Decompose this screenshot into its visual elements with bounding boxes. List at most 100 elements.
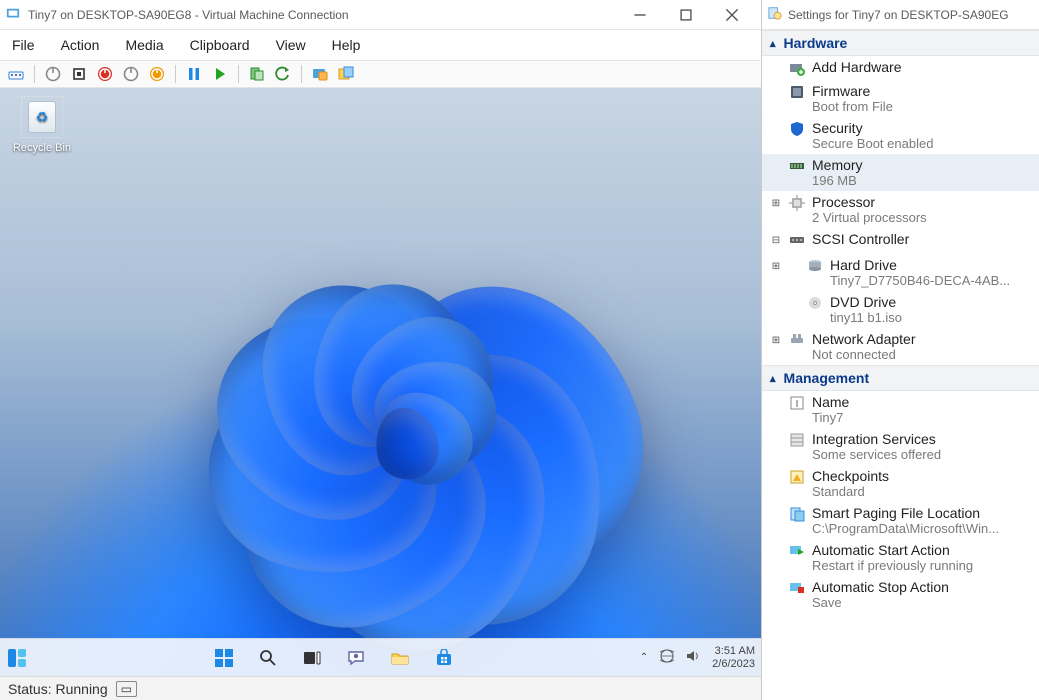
chevron-up-icon: ▴ <box>770 37 776 50</box>
toolbar-separator <box>301 65 302 83</box>
menu-action[interactable]: Action <box>57 35 104 55</box>
tray-network-icon[interactable] <box>660 649 674 666</box>
item-sub: Some services offered <box>812 447 1035 462</box>
item-hard-drive[interactable]: ⊞ Hard DriveTiny7_D7750B46-DECA-4AB... <box>762 254 1039 291</box>
settings-tree: ▴ Hardware Add Hardware FirmwareBoot fro… <box>762 30 1039 700</box>
item-dvd-drive[interactable]: DVD Drivetiny11 b1.iso <box>762 291 1039 328</box>
settings-titlebar[interactable]: Settings for Tiny7 on DESKTOP-SA90EG <box>762 0 1039 30</box>
item-label: Firmware <box>812 83 1035 99</box>
item-name[interactable]: I NameTiny7 <box>762 391 1039 428</box>
item-sub: tiny11 b1.iso <box>830 310 1035 325</box>
checkpoint-icon[interactable] <box>247 64 267 84</box>
item-smart-paging[interactable]: Smart Paging File LocationC:\ProgramData… <box>762 502 1039 539</box>
vm-titlebar[interactable]: Tiny7 on DESKTOP-SA90EG8 - Virtual Machi… <box>0 0 761 30</box>
tray-clock[interactable]: 3:51 AM 2/6/2023 <box>712 645 755 669</box>
vm-statusbar: Status: Running ▭ <box>0 676 761 700</box>
item-sub: Boot from File <box>812 99 1035 114</box>
item-memory[interactable]: Memory196 MB <box>762 154 1039 191</box>
item-label: Processor <box>812 194 1035 210</box>
item-integration-services[interactable]: Integration ServicesSome services offere… <box>762 428 1039 465</box>
vm-app-icon <box>6 7 22 23</box>
name-icon: I <box>788 394 806 412</box>
tray-volume-icon[interactable] <box>686 649 700 666</box>
chat-icon[interactable] <box>345 647 367 669</box>
play-icon[interactable] <box>210 64 230 84</box>
search-icon[interactable] <box>257 647 279 669</box>
vm-status-text: Status: Running <box>8 681 108 697</box>
taskview-icon[interactable] <box>301 647 323 669</box>
item-processor[interactable]: ⊞ Processor2 Virtual processors <box>762 191 1039 228</box>
item-sub: Save <box>812 595 1035 610</box>
expand-icon[interactable]: ⊞ <box>770 257 782 277</box>
toolbar-separator <box>238 65 239 83</box>
section-hardware[interactable]: ▴ Hardware <box>762 30 1039 56</box>
file-explorer-icon[interactable] <box>389 647 411 669</box>
checkpoints-icon <box>788 468 806 486</box>
expand-icon[interactable]: ⊞ <box>770 331 782 351</box>
integration-icon <box>788 431 806 449</box>
turnoff-icon[interactable] <box>69 64 89 84</box>
menu-clipboard[interactable]: Clipboard <box>186 35 254 55</box>
ctrl-alt-del-icon[interactable] <box>6 64 26 84</box>
clock-time: 3:51 AM <box>715 645 755 657</box>
item-network-adapter[interactable]: ⊞ Network AdapterNot connected <box>762 328 1039 365</box>
item-label: Smart Paging File Location <box>812 505 1035 521</box>
processor-icon <box>788 194 806 212</box>
tray-chevron-icon[interactable]: ⌃ <box>640 652 648 663</box>
settings-window-title: Settings for Tiny7 on DESKTOP-SA90EG <box>788 8 1009 22</box>
section-hardware-label: Hardware <box>784 35 848 51</box>
item-firmware[interactable]: FirmwareBoot from File <box>762 80 1039 117</box>
item-label: Name <box>812 394 1035 410</box>
item-label: DVD Drive <box>830 294 1035 310</box>
shutdown-icon[interactable] <box>95 64 115 84</box>
widgets-icon[interactable] <box>6 647 28 669</box>
minimize-button[interactable] <box>617 0 663 30</box>
recycle-bin-icon[interactable]: Recycle Bin <box>10 96 74 154</box>
item-scsi-controller[interactable]: ⊟ SCSI Controller <box>762 228 1039 254</box>
start-menu-icon[interactable] <box>213 647 235 669</box>
hard-drive-icon <box>806 257 824 275</box>
item-add-hardware[interactable]: Add Hardware <box>762 56 1039 80</box>
vm-toolbar <box>0 60 761 88</box>
start-icon[interactable] <box>43 64 63 84</box>
clock-date: 2/6/2023 <box>712 658 755 670</box>
reset-icon[interactable] <box>147 64 167 84</box>
item-checkpoints[interactable]: CheckpointsStandard <box>762 465 1039 502</box>
item-sub: C:\ProgramData\Microsoft\Win... <box>812 521 1035 536</box>
menu-help[interactable]: Help <box>328 35 365 55</box>
maximize-button[interactable] <box>663 0 709 30</box>
item-auto-stop[interactable]: Automatic Stop ActionSave <box>762 576 1039 613</box>
store-icon[interactable] <box>433 647 455 669</box>
enhanced-session-icon[interactable] <box>310 64 330 84</box>
close-button[interactable] <box>709 0 755 30</box>
guest-taskbar[interactable]: ⌃ 3:51 AM 2/6/2023 <box>0 638 761 676</box>
revert-icon[interactable] <box>273 64 293 84</box>
menu-media[interactable]: Media <box>121 35 167 55</box>
share-icon[interactable] <box>336 64 356 84</box>
vm-guest-display[interactable]: Recycle Bin ⌃ 3:51 AM 2/6/2023 <box>0 88 761 676</box>
section-management-label: Management <box>784 370 870 386</box>
save-icon[interactable] <box>121 64 141 84</box>
item-label: Network Adapter <box>812 331 1035 347</box>
vm-connection-window: Tiny7 on DESKTOP-SA90EG8 - Virtual Machi… <box>0 0 762 700</box>
recycle-bin-label: Recycle Bin <box>10 142 74 154</box>
shield-icon <box>788 120 806 138</box>
chevron-up-icon: ▴ <box>770 372 776 385</box>
section-management[interactable]: ▴ Management <box>762 365 1039 391</box>
item-label: Checkpoints <box>812 468 1035 484</box>
menu-view[interactable]: View <box>272 35 310 55</box>
item-security[interactable]: SecuritySecure Boot enabled <box>762 117 1039 154</box>
vm-window-title: Tiny7 on DESKTOP-SA90EG8 - Virtual Machi… <box>28 8 617 22</box>
menu-file[interactable]: File <box>8 35 39 55</box>
status-indicator-icon: ▭ <box>116 681 137 697</box>
item-label: Automatic Start Action <box>812 542 1035 558</box>
item-label: Hard Drive <box>830 257 1035 273</box>
collapse-icon[interactable]: ⊟ <box>770 231 782 251</box>
pause-icon[interactable] <box>184 64 204 84</box>
settings-app-icon <box>768 6 782 23</box>
expand-icon[interactable]: ⊞ <box>770 194 782 214</box>
item-sub: 2 Virtual processors <box>812 210 1035 225</box>
item-auto-start[interactable]: Automatic Start ActionRestart if previou… <box>762 539 1039 576</box>
item-sub: Restart if previously running <box>812 558 1035 573</box>
item-label: SCSI Controller <box>812 231 1035 247</box>
